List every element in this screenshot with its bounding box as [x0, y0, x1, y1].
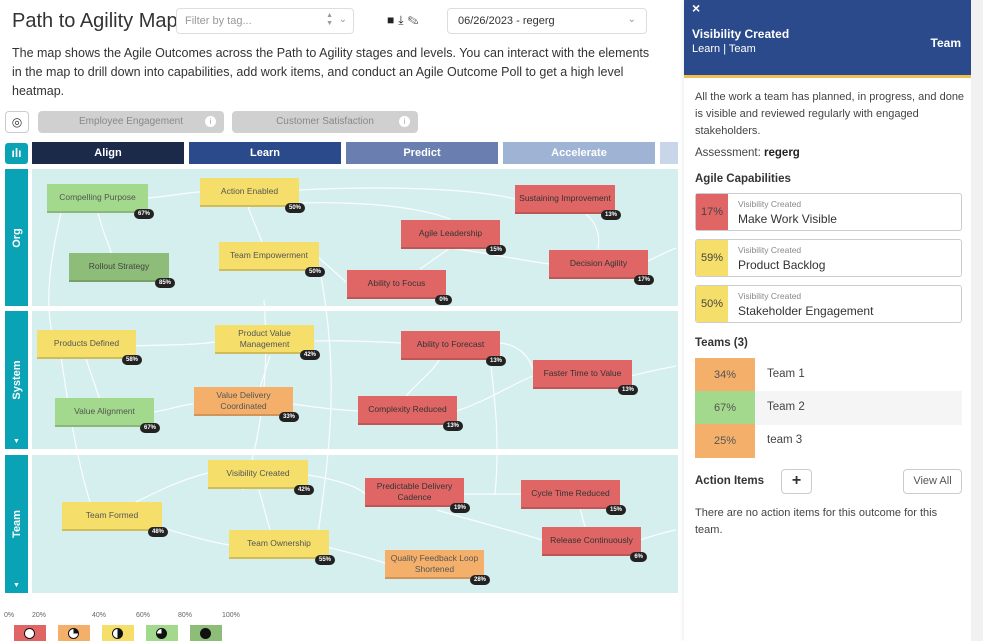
download-icon[interactable]: ⤓	[398, 13, 407, 27]
map-area: Path to Agility Map Filter by tag... ▲ ▼ …	[0, 0, 684, 641]
action-items-heading: Action Items	[695, 475, 765, 487]
circle-three-quarter-icon	[156, 628, 167, 639]
assessment-select-value: 06/26/2023 - regerg	[458, 15, 555, 27]
stage-next[interactable]	[660, 142, 678, 164]
team-row[interactable]: 25% team 3	[695, 424, 962, 458]
edit-icon[interactable]: ✎	[408, 13, 423, 27]
panel-header: × Visibility Created Learn | Team Team	[684, 0, 971, 78]
outcome-product-value-management[interactable]: Product Value Management 42%	[215, 325, 320, 360]
target-icon[interactable]: ◎	[5, 111, 29, 133]
outcome-complexity-reduced[interactable]: Complexity Reduced 13%	[358, 396, 463, 431]
view-all-button[interactable]: View All	[903, 469, 962, 494]
legend-tick: 60%	[136, 612, 151, 619]
chevron-down-icon[interactable]: ▼	[13, 438, 20, 445]
legend-swatch-20	[58, 625, 90, 641]
legend-tick: 40%	[92, 612, 107, 619]
legend-swatch-80	[190, 625, 222, 641]
assessment-select[interactable]: 06/26/2023 - regerg ⌄	[447, 8, 647, 34]
outcome-team-ownership[interactable]: Team Ownership 55%	[229, 530, 335, 565]
page: Path to Agility Map Filter by tag... ▲ ▼ …	[0, 0, 983, 641]
panel-subtitle: Learn | Team	[692, 43, 756, 55]
circle-quarter-icon	[68, 628, 79, 639]
outcome-value-delivery-coordinated[interactable]: Value Delivery Coordinated 33%	[194, 387, 299, 422]
toolbar: ■⤓✎	[387, 13, 423, 28]
capabilities-heading: Agile Capabilities	[695, 173, 791, 185]
bar-chart-icon[interactable]: ılı	[5, 143, 28, 164]
outcome-sustaining-improvement[interactable]: Sustaining Improvement 13%	[515, 185, 621, 220]
chevron-down-icon[interactable]: ⌄	[339, 14, 347, 25]
outcome-faster-time-to-value[interactable]: Faster Time to Value 13%	[533, 360, 638, 395]
outcome-predictable-delivery-cadence[interactable]: Predictable Delivery Cadence 19%	[365, 478, 470, 513]
outcome-compelling-purpose[interactable]: Compelling Purpose 67%	[47, 184, 154, 219]
circle-empty-icon	[24, 628, 35, 639]
outcome-ability-to-forecast[interactable]: Ability to Forecast 13%	[401, 331, 506, 366]
legend-swatch-0	[14, 625, 46, 641]
circle-full-icon	[200, 628, 211, 639]
outcome-rollout-strategy[interactable]: Rollout Strategy 85%	[69, 253, 175, 288]
level-team[interactable]: Team ▼	[5, 455, 28, 593]
legend-tick: 80%	[178, 612, 193, 619]
filter-placeholder: Filter by tag...	[185, 15, 252, 27]
outcome-action-enabled[interactable]: Action Enabled 50%	[200, 178, 305, 213]
outcome-value-alignment[interactable]: Value Alignment 67%	[55, 398, 160, 433]
empty-action-items: There are no action items for this outco…	[695, 507, 938, 536]
info-icon[interactable]: i	[399, 116, 410, 127]
panel-level: Team	[930, 36, 961, 50]
team-row[interactable]: 67% Team 2	[695, 391, 962, 425]
legend-tick: 0%	[4, 612, 15, 619]
outcome-ability-to-focus[interactable]: Ability to Focus 0%	[347, 270, 452, 305]
legend-swatch-60	[146, 625, 178, 641]
panel-description: All the work a team has planned, in prog…	[695, 91, 965, 137]
outcome-cycle-time-reduced[interactable]: Cycle Time Reduced 15%	[521, 480, 626, 515]
stage-predict[interactable]: Predict	[346, 142, 498, 164]
scrollbar[interactable]	[971, 0, 983, 641]
level-system[interactable]: System ▼	[5, 311, 28, 449]
spinner-icon[interactable]: ▲ ▼	[326, 12, 333, 28]
add-action-item-button[interactable]: +	[781, 469, 812, 494]
outcome-team-empowerment[interactable]: Team Empowerment 50%	[219, 242, 325, 277]
chevron-down-icon[interactable]: ▼	[13, 582, 20, 589]
stage-accelerate[interactable]: Accelerate	[503, 142, 655, 164]
outcome-quality-feedback-loop-shortened[interactable]: Quality Feedback Loop Shortened 28%	[385, 550, 490, 585]
metric-label: Customer Satisfaction	[276, 116, 374, 127]
panel-title: Visibility Created	[692, 27, 790, 41]
outcome-detail-panel: × Visibility Created Learn | Team Team A…	[684, 0, 971, 641]
metric-label: Employee Engagement	[79, 116, 183, 127]
close-icon[interactable]: ×	[692, 0, 700, 16]
circle-half-icon	[112, 628, 123, 639]
team-row[interactable]: 34% Team 1	[695, 358, 962, 392]
legend-tick: 20%	[32, 612, 47, 619]
capability-card[interactable]: 17% Visibility Created Make Work Visible	[695, 193, 962, 231]
page-title: Path to Agility Map	[12, 10, 178, 32]
capability-card[interactable]: 59% Visibility Created Product Backlog	[695, 239, 962, 277]
outcome-release-continuously[interactable]: Release Continuously 6%	[542, 527, 647, 562]
outcome-products-defined[interactable]: Products Defined 58%	[37, 330, 142, 365]
metric-employee-engagement[interactable]: Employee Engagement i	[38, 111, 224, 133]
tag-filter-input[interactable]: Filter by tag... ▲ ▼ ⌄	[176, 8, 354, 34]
legend-swatch-40	[102, 625, 134, 641]
outcome-agile-leadership[interactable]: Agile Leadership 15%	[401, 220, 506, 255]
level-org[interactable]: Org	[5, 169, 28, 306]
metric-customer-satisfaction[interactable]: Customer Satisfaction i	[232, 111, 418, 133]
stage-learn[interactable]: Learn	[189, 142, 341, 164]
outcome-visibility-created[interactable]: Visibility Created 42%	[208, 460, 314, 495]
stage-align[interactable]: Align	[32, 142, 184, 164]
teams-heading: Teams (3)	[695, 337, 748, 349]
map-description: The map shows the Agile Outcomes across …	[12, 46, 650, 98]
outcome-team-formed[interactable]: Team Formed 48%	[62, 502, 168, 537]
info-icon[interactable]: i	[205, 116, 216, 127]
legend-tick: 100%	[222, 612, 240, 619]
outcome-decision-agility[interactable]: Decision Agility 17%	[549, 250, 654, 285]
capability-card[interactable]: 50% Visibility Created Stakeholder Engag…	[695, 285, 962, 323]
assessment-line: Assessment: regerg	[695, 147, 800, 159]
chevron-down-icon: ⌄	[627, 14, 636, 25]
save-icon[interactable]: ■	[387, 13, 398, 27]
